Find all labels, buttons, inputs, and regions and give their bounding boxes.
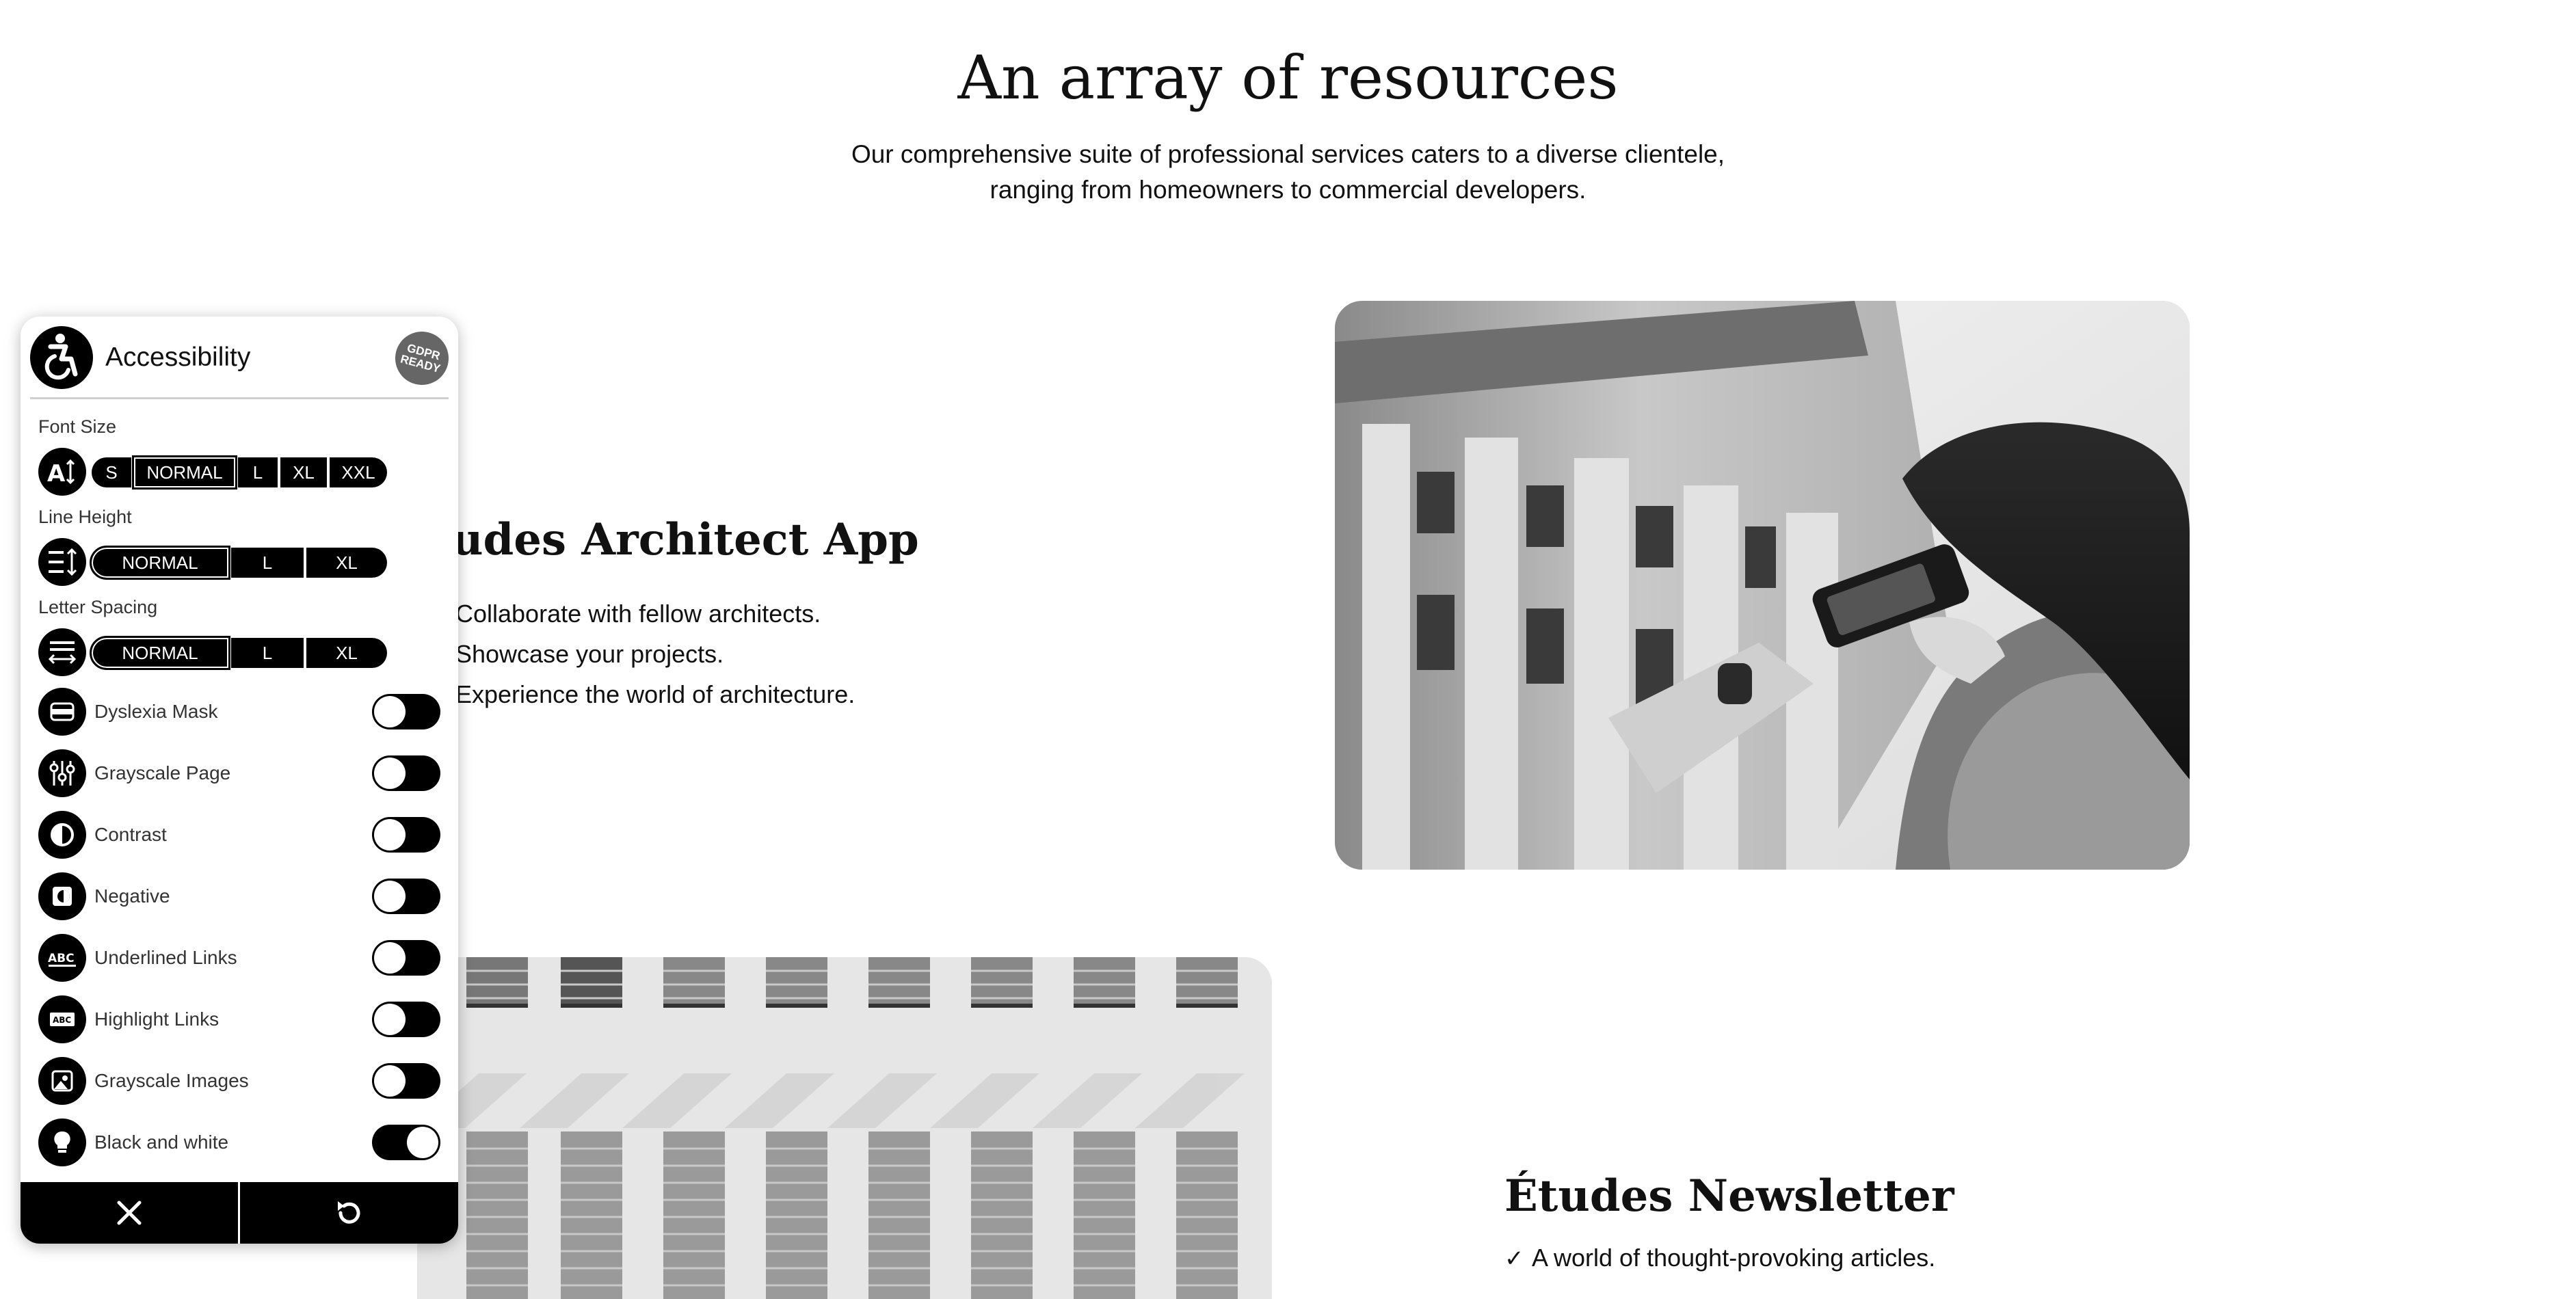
line-height-label: Line Height [38, 507, 132, 527]
newsletter-feature-list: ✓ A world of thought-provoking articles. [1504, 1237, 1935, 1278]
section-subtitle: Our comprehensive suite of professional … [821, 137, 1755, 208]
line-height-option-xl[interactable]: XL [306, 548, 387, 578]
font-size-option-normal[interactable]: NORMAL [132, 455, 237, 490]
widget-header: Accessibility GDPR READY [21, 317, 458, 397]
highlight-links-toggle[interactable] [372, 1002, 440, 1037]
letter-spacing-label: Letter Spacing [38, 597, 158, 617]
letter-spacing-options: NORMAL L XL [90, 636, 387, 670]
gdpr-badge: GDPR READY [389, 325, 455, 391]
negative-label: Negative [94, 885, 170, 907]
check-icon: ✓ [1504, 1246, 1524, 1272]
letter-spacing-option-l[interactable]: L [231, 638, 304, 668]
line-height-icon [38, 538, 86, 586]
reset-icon [337, 1201, 360, 1224]
black-and-white-label: Black and white [94, 1131, 229, 1153]
font-size-option-s[interactable]: S [92, 457, 131, 487]
grayscale-page-label: Grayscale Page [94, 762, 231, 784]
grayscale-page-toggle[interactable] [372, 755, 440, 791]
image-icon [38, 1057, 86, 1105]
letter-spacing-icon [38, 628, 86, 676]
app-feature-list: Collaborate with fellow architects. Show… [455, 593, 855, 714]
close-widget-button[interactable] [21, 1182, 238, 1244]
dyslexia-mask-toggle[interactable] [372, 694, 440, 729]
dyslexia-mask-icon [38, 688, 86, 736]
section-subtitle-line-1: Our comprehensive suite of professional … [851, 140, 1725, 168]
facade-illustration [417, 957, 1272, 1299]
underlined-links-label: Underlined Links [94, 947, 237, 968]
list-item-text: A world of thought-provoking articles. [1532, 1244, 1936, 1272]
accessibility-widget: Accessibility GDPR READY Font Size A S N… [21, 317, 458, 1244]
highlight-abc-icon: ABC [38, 995, 86, 1043]
app-feature-title: udes Architect App [451, 514, 919, 565]
architecture-photo-facade [417, 957, 1272, 1299]
list-item: ✓ A world of thought-provoking articles. [1504, 1237, 1935, 1278]
underlined-links-toggle[interactable] [372, 940, 440, 976]
grayscale-images-toggle[interactable] [372, 1063, 440, 1099]
svg-text:ABC: ABC [48, 952, 75, 965]
letter-spacing-option-normal[interactable]: NORMAL [90, 636, 230, 670]
contrast-label: Contrast [94, 824, 167, 845]
contrast-toggle[interactable] [372, 817, 440, 853]
photo-illustration [1335, 301, 2190, 870]
contrast-icon [38, 811, 86, 859]
lightbulb-icon [38, 1119, 86, 1166]
font-size-options: S NORMAL L XL XXL [92, 455, 387, 490]
font-size-label: Font Size [38, 416, 117, 437]
line-height-options: NORMAL L XL [90, 546, 387, 580]
architecture-photo-woman-camera [1335, 301, 2190, 870]
section-title: An array of resources [957, 42, 1619, 113]
newsletter-feature-title: Études Newsletter [1504, 1170, 1954, 1222]
accessibility-logo-icon [30, 326, 93, 389]
list-item: Experience the world of architecture. [455, 680, 855, 708]
svg-text:A: A [47, 460, 66, 487]
letter-spacing-option-xl[interactable]: XL [306, 638, 387, 668]
negative-toggle[interactable] [372, 879, 440, 914]
widget-divider [30, 397, 449, 399]
line-height-option-l[interactable]: L [231, 548, 304, 578]
reset-widget-button[interactable] [240, 1182, 458, 1244]
grayscale-images-label: Grayscale Images [94, 1070, 249, 1091]
svg-text:ABC: ABC [53, 1015, 71, 1025]
font-size-option-xl[interactable]: XL [280, 457, 327, 487]
list-item: Collaborate with fellow architects. [455, 600, 821, 628]
highlight-links-label: Highlight Links [94, 1008, 220, 1030]
font-size-option-xxl[interactable]: XXL [330, 457, 387, 487]
underline-abc-icon: ABC [38, 934, 86, 982]
sliders-icon [38, 749, 86, 797]
dyslexia-mask-label: Dyslexia Mask [94, 701, 218, 722]
section-subtitle-line-2: ranging from homeowners to commercial de… [990, 176, 1586, 204]
font-size-option-l[interactable]: L [238, 457, 278, 487]
black-and-white-toggle[interactable] [372, 1125, 440, 1160]
negative-icon [38, 872, 86, 920]
list-item: Showcase your projects. [455, 640, 724, 668]
font-size-icon: A [38, 448, 86, 496]
widget-title: Accessibility [105, 343, 251, 372]
close-icon [117, 1201, 142, 1225]
widget-footer [21, 1182, 458, 1244]
line-height-option-normal[interactable]: NORMAL [90, 546, 230, 580]
